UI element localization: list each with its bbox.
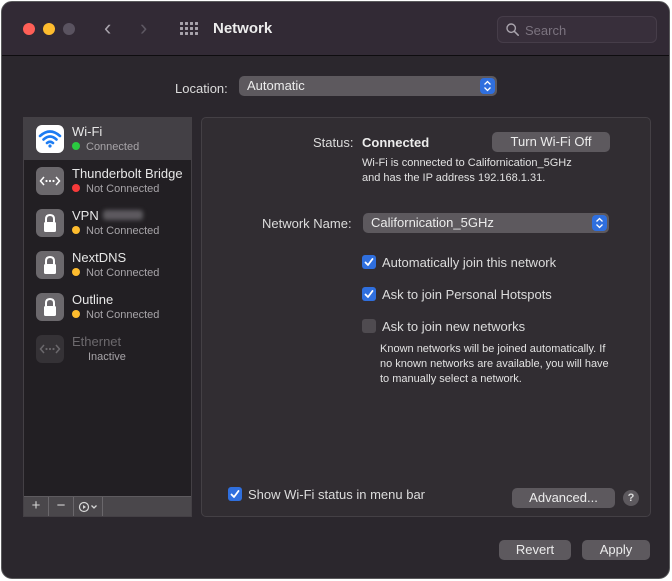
- forward-button[interactable]: ›: [140, 16, 147, 40]
- show-wifi-status-label[interactable]: Show Wi-Fi status in menu bar: [248, 487, 425, 502]
- show-all-grid-icon[interactable]: [180, 22, 198, 36]
- service-item-thunderbolt-bridge[interactable]: Thunderbolt Bridge Not Connected: [24, 160, 191, 202]
- status-dot-green: [72, 142, 80, 150]
- status-description: Wi-Fi is connected to Californication_5G…: [362, 157, 572, 184]
- auto-join-checkbox[interactable]: [362, 255, 376, 269]
- help-button[interactable]: ?: [623, 490, 639, 506]
- ask-new-networks-help: Known networks will be joined automatica…: [380, 343, 609, 385]
- action-menu-button[interactable]: [74, 497, 103, 516]
- auto-join-label[interactable]: Automatically join this network: [382, 255, 556, 270]
- status-label: Status:: [313, 135, 354, 150]
- minus-icon: −: [56, 497, 66, 514]
- updown-chevron-icon: [480, 78, 495, 94]
- back-button[interactable]: ‹: [104, 16, 111, 40]
- service-status: Connected: [72, 141, 139, 153]
- chevron-right-icon: ›: [140, 15, 148, 40]
- redacted-text: [102, 210, 143, 220]
- personal-hotspots-checkbox[interactable]: [362, 287, 376, 301]
- service-item-outline[interactable]: Outline Not Connected: [24, 286, 191, 328]
- checkmark-icon: [364, 290, 374, 298]
- plus-icon: +: [31, 497, 41, 514]
- search-input[interactable]: [523, 20, 655, 41]
- location-label: Location:: [175, 81, 228, 96]
- titlebar: ‹ › Network: [2, 2, 669, 56]
- ethernet-dots-icon: [36, 167, 64, 195]
- checkmark-icon: [230, 490, 240, 498]
- wifi-icon: [36, 125, 64, 153]
- service-status: Not Connected: [72, 309, 159, 321]
- turn-wifi-off-button[interactable]: Turn Wi-Fi Off: [492, 132, 610, 152]
- service-list-toolbar: + −: [24, 496, 191, 516]
- service-item-vpn[interactable]: VPN Not Connected: [24, 202, 191, 244]
- service-list: Wi-Fi Connected Thunderbolt Bridge Not C…: [23, 117, 192, 517]
- updown-chevron-icon: [592, 215, 607, 231]
- service-status: Not Connected: [72, 183, 159, 195]
- lock-icon: [36, 293, 64, 321]
- service-name: Ethernet: [72, 334, 122, 349]
- service-item-wifi[interactable]: Wi-Fi Connected: [24, 118, 191, 160]
- window-title: Network: [213, 20, 273, 37]
- search-icon: [506, 23, 519, 36]
- show-wifi-status-checkbox[interactable]: [228, 487, 242, 501]
- advanced-button[interactable]: Advanced...: [512, 488, 615, 508]
- checkmark-icon: [364, 258, 374, 266]
- status-dot-red: [72, 184, 80, 192]
- service-name: Wi-Fi: [72, 124, 103, 139]
- service-name: VPN: [72, 208, 143, 223]
- network-name-popup[interactable]: Californication_5GHz: [363, 213, 609, 233]
- status-dot-yellow: [72, 268, 80, 276]
- service-name: Thunderbolt Bridge: [72, 166, 183, 181]
- gear-action-icon: [78, 501, 97, 513]
- service-item-nextdns[interactable]: NextDNS Not Connected: [24, 244, 191, 286]
- service-status: Not Connected: [72, 225, 159, 237]
- service-name: NextDNS: [72, 250, 127, 265]
- search-field[interactable]: [497, 16, 657, 43]
- lock-icon: [36, 251, 64, 279]
- lock-icon: [36, 209, 64, 237]
- service-status: Not Connected: [72, 267, 159, 279]
- apply-button[interactable]: Apply: [582, 540, 650, 560]
- status-dot-yellow: [72, 226, 80, 234]
- status-value: Connected: [362, 135, 430, 150]
- ask-new-networks-label[interactable]: Ask to join new networks: [382, 319, 525, 334]
- minimize-button[interactable]: [43, 23, 55, 35]
- network-preferences-window: ‹ › Network Location: Automatic Wi-Fi Co…: [1, 1, 670, 579]
- chevron-left-icon: ‹: [104, 15, 112, 40]
- network-name-value: Californication_5GHz: [371, 215, 494, 230]
- wifi-detail-panel: Status: Connected Turn Wi-Fi Off Wi-Fi i…: [201, 117, 651, 517]
- service-item-ethernet[interactable]: Ethernet Inactive: [24, 328, 191, 370]
- ask-new-networks-checkbox[interactable]: [362, 319, 376, 333]
- revert-button[interactable]: Revert: [499, 540, 571, 560]
- location-popup[interactable]: Automatic: [239, 76, 497, 96]
- location-value: Automatic: [247, 78, 305, 93]
- close-button[interactable]: [23, 23, 35, 35]
- zoom-button[interactable]: [63, 23, 75, 35]
- service-status: Inactive: [88, 351, 126, 363]
- network-name-label: Network Name:: [262, 216, 352, 231]
- status-dot-yellow: [72, 310, 80, 318]
- remove-service-button[interactable]: −: [49, 497, 74, 516]
- add-service-button[interactable]: +: [24, 497, 49, 516]
- personal-hotspots-label[interactable]: Ask to join Personal Hotspots: [382, 287, 552, 302]
- ethernet-dots-icon: [36, 335, 64, 363]
- service-name: Outline: [72, 292, 114, 307]
